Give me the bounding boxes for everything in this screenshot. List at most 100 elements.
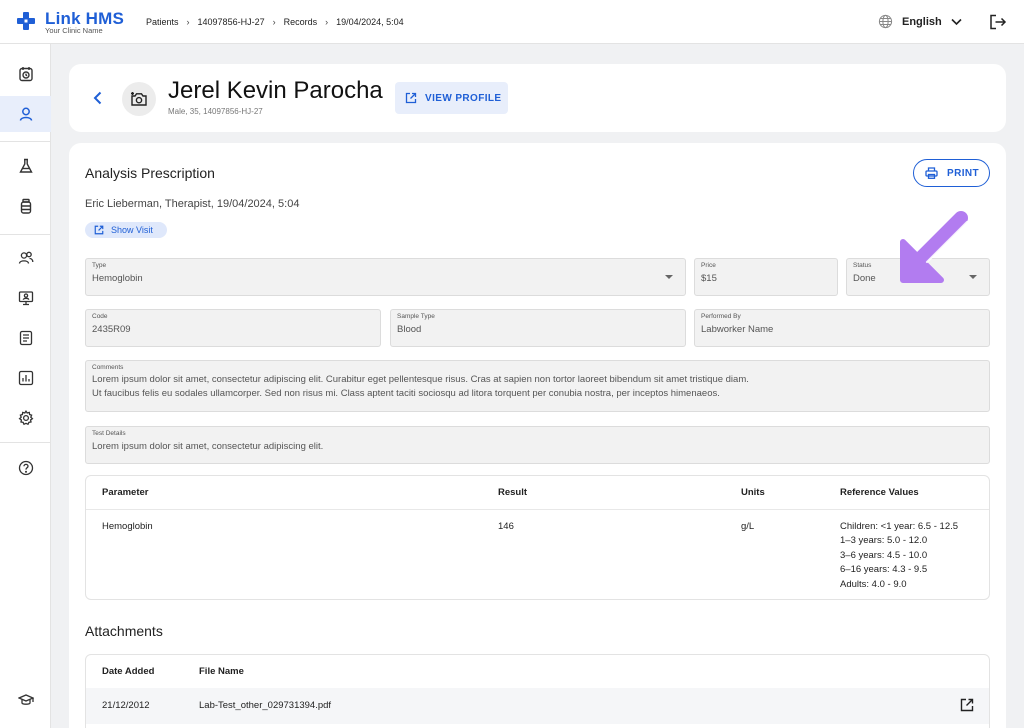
chevron-right-icon: › bbox=[272, 17, 276, 27]
breadcrumb-records[interactable]: Records bbox=[284, 17, 318, 27]
top-bar: Link HMS Your Clinic Name Patients › 140… bbox=[0, 0, 1024, 44]
status-value: Done bbox=[853, 273, 876, 284]
type-value: Hemoglobin bbox=[92, 273, 143, 284]
attachments-title: Attachments bbox=[85, 623, 163, 639]
test-details-value: Lorem ipsum dolor sit amet, consectetur … bbox=[92, 441, 324, 452]
sidebar-item-lab[interactable] bbox=[0, 148, 51, 184]
column-header-reference: Reference Values bbox=[840, 487, 919, 498]
sidebar-item-staff[interactable] bbox=[0, 240, 51, 276]
sidebar-item-help[interactable] bbox=[0, 450, 51, 486]
sidebar-item-documents[interactable] bbox=[0, 320, 51, 356]
print-button[interactable]: PRINT bbox=[913, 159, 990, 187]
type-label: Type bbox=[92, 262, 107, 269]
cell-parameter: Hemoglobin bbox=[102, 521, 153, 532]
logo-cross-icon bbox=[16, 11, 36, 31]
logout-icon[interactable] bbox=[989, 14, 1007, 30]
prescription-title: Analysis Prescription bbox=[85, 165, 215, 181]
code-label: Code bbox=[92, 313, 108, 320]
patient-details: Male, 35, 14097856-HJ-27 bbox=[168, 107, 263, 116]
help-icon bbox=[18, 460, 34, 476]
column-header-file-name: File Name bbox=[199, 666, 244, 677]
breadcrumb-patient-id[interactable]: 14097856-HJ-27 bbox=[198, 17, 265, 27]
user-icon bbox=[18, 106, 34, 122]
code-field[interactable]: Code 2435R09 bbox=[85, 309, 381, 347]
performed-by-label: Performed By bbox=[701, 313, 741, 320]
sample-type-value: Blood bbox=[397, 324, 422, 335]
show-visit-chip[interactable]: Show Visit bbox=[85, 222, 167, 238]
cell-reference-line: 3–6 years: 4.5 - 10.0 bbox=[840, 549, 928, 561]
annotation-arrow-icon bbox=[893, 200, 983, 290]
comments-line-1: Lorem ipsum dolor sit amet, consectetur … bbox=[92, 374, 749, 385]
performed-by-field[interactable]: Performed By Labworker Name bbox=[694, 309, 990, 347]
language-label: English bbox=[902, 15, 942, 28]
test-details-field[interactable]: Test Details Lorem ipsum dolor sit amet,… bbox=[85, 426, 990, 464]
price-label: Price bbox=[701, 262, 716, 269]
globe-icon bbox=[878, 14, 893, 29]
chevron-down-icon bbox=[951, 18, 962, 26]
type-select[interactable]: Type Hemoglobin bbox=[85, 258, 686, 296]
flask-icon bbox=[18, 158, 34, 174]
test-details-label: Test Details bbox=[92, 430, 126, 437]
price-field[interactable]: Price $15 bbox=[694, 258, 838, 296]
sidebar-item-reports[interactable] bbox=[0, 360, 51, 396]
chart-icon bbox=[18, 370, 34, 386]
sidebar-divider bbox=[0, 234, 51, 235]
table-divider bbox=[86, 509, 989, 510]
attachments-table: Date Added File Name 21/12/2012 Lab-Test… bbox=[85, 654, 990, 728]
cell-reference-line: Children: <1 year: 6.5 - 12.5 bbox=[840, 521, 959, 532]
sidebar-item-settings[interactable] bbox=[0, 400, 51, 436]
external-link-icon bbox=[94, 225, 104, 235]
cell-reference-line: 6–16 years: 4.3 - 9.5 bbox=[840, 564, 928, 576]
sidebar-divider bbox=[0, 442, 51, 443]
open-external-icon[interactable] bbox=[960, 698, 974, 712]
cell-units: g/L bbox=[741, 521, 755, 532]
show-visit-label: Show Visit bbox=[111, 225, 153, 235]
column-header-result: Result bbox=[498, 487, 528, 498]
cell-file-name[interactable]: Lab-Test_other_029731394.pdf bbox=[199, 699, 331, 713]
price-value: $15 bbox=[701, 273, 717, 284]
sidebar-divider bbox=[0, 141, 51, 142]
back-arrow-icon[interactable] bbox=[89, 89, 107, 107]
column-header-date-added: Date Added bbox=[102, 666, 155, 677]
gear-icon bbox=[18, 410, 34, 426]
monitor-icon bbox=[18, 290, 34, 306]
sidebar-item-education[interactable] bbox=[0, 682, 51, 718]
graduation-cap-icon bbox=[17, 692, 34, 708]
sidebar-item-patients[interactable] bbox=[0, 96, 51, 132]
cell-reference-line: Adults: 4.0 - 9.0 bbox=[840, 578, 907, 590]
column-header-parameter: Parameter bbox=[102, 487, 149, 498]
cell-result: 146 bbox=[498, 521, 514, 532]
code-value: 2435R09 bbox=[92, 324, 131, 335]
document-icon bbox=[18, 330, 34, 346]
breadcrumb: Patients › 14097856-HJ-27 › Records › 19… bbox=[146, 17, 404, 27]
prescriber-line: Eric Lieberman, Therapist, 19/04/2024, 5… bbox=[85, 198, 300, 210]
comments-field[interactable]: Comments Lorem ipsum dolor sit amet, con… bbox=[85, 360, 990, 412]
view-profile-label: VIEW PROFILE bbox=[425, 92, 502, 104]
chevron-right-icon: › bbox=[186, 17, 190, 27]
printer-icon bbox=[925, 167, 938, 179]
breadcrumb-patients[interactable]: Patients bbox=[146, 17, 179, 27]
sample-type-field[interactable]: Sample Type Blood bbox=[390, 309, 686, 347]
comments-line-2: Ut faucibus felis eu sodales ullamcorper… bbox=[92, 388, 720, 399]
sidebar-item-calendar[interactable] bbox=[0, 56, 51, 92]
sample-type-label: Sample Type bbox=[397, 313, 435, 320]
breadcrumb-current: 19/04/2024, 5:04 bbox=[336, 17, 404, 27]
cell-reference-line: 1–3 years: 5.0 - 12.0 bbox=[840, 535, 928, 547]
camera-icon bbox=[130, 91, 148, 107]
dropdown-caret-icon bbox=[665, 275, 673, 279]
patient-name: Jerel Kevin Parocha bbox=[168, 77, 383, 104]
print-label: PRINT bbox=[947, 167, 979, 179]
performed-by-value: Labworker Name bbox=[701, 324, 774, 335]
comments-label: Comments bbox=[92, 364, 124, 371]
language-selector[interactable]: English bbox=[878, 14, 962, 29]
bottle-icon bbox=[18, 198, 34, 214]
avatar[interactable] bbox=[122, 82, 156, 116]
users-icon bbox=[18, 250, 34, 266]
external-link-icon bbox=[405, 92, 417, 104]
table-row[interactable]: 21/12/2012 Lab-Test_other_029731394.pdf bbox=[86, 688, 989, 724]
cell-date-added: 21/12/2012 bbox=[102, 700, 150, 711]
sidebar-item-monitor[interactable] bbox=[0, 280, 51, 316]
column-header-units: Units bbox=[741, 487, 765, 498]
view-profile-button[interactable]: VIEW PROFILE bbox=[395, 82, 508, 114]
sidebar-item-pharmacy[interactable] bbox=[0, 188, 51, 224]
